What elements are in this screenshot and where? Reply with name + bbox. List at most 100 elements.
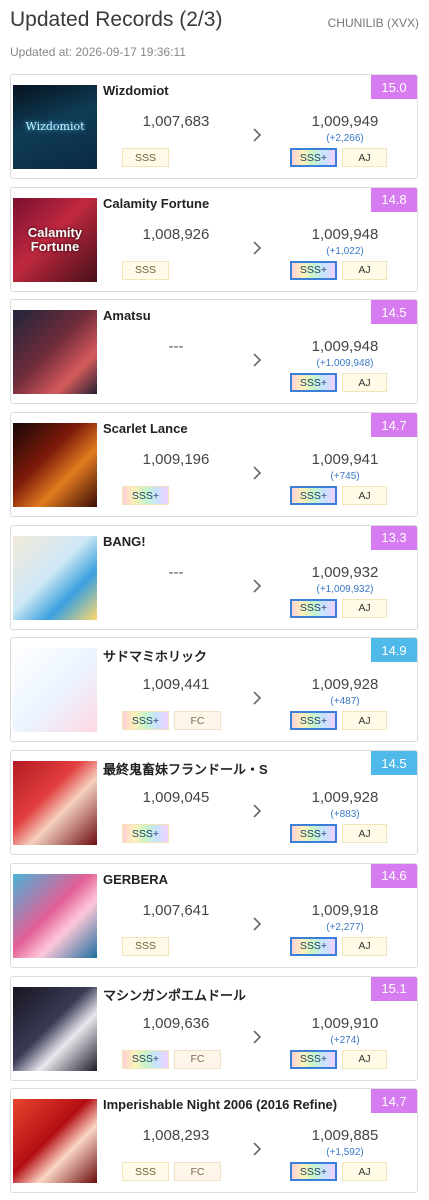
chevron-right-icon: [250, 128, 264, 142]
jacket-text: Calamity Fortune: [27, 225, 83, 254]
song-jacket-image: Wizdomiot: [13, 85, 97, 169]
record-card[interactable]: マシンガンポエムドール 15.1 1,009,636 1,009,910 (+274) S…: [10, 975, 418, 1081]
rank-sss-plus-badge: SSS+: [290, 1049, 337, 1069]
all-justice-badge: AJ: [342, 1049, 387, 1069]
score-diff: (+1,009,932): [316, 583, 374, 595]
level-badge: 15.0: [371, 75, 417, 99]
new-score: 1,009,941: [311, 451, 379, 469]
rank-sss-plus-badge: SSS+: [290, 936, 337, 956]
new-score: 1,009,928: [311, 676, 379, 694]
song-title: Wizdomiot: [103, 83, 169, 98]
jacket-text: Wizdomiot: [25, 120, 85, 134]
new-score: 1,009,910: [311, 1014, 379, 1032]
rank-sss-badge: SSS: [122, 260, 169, 280]
level-badge: 15.1: [371, 976, 417, 1001]
chevron-right-icon: [250, 804, 264, 818]
rank-sss-plus-badge: SSS+: [290, 486, 337, 506]
rank-sss-badge: SSS: [122, 936, 169, 956]
old-score: ---: [168, 563, 184, 581]
new-badges: SSS+ AJ: [290, 1049, 387, 1069]
new-badges: SSS+ AJ: [290, 373, 387, 393]
song-title: GERBERA: [103, 871, 169, 887]
source-label: CHUNILIB (XVX): [327, 16, 419, 30]
rank-sss-plus-badge: SSS+: [122, 711, 169, 731]
score-diff: (+1,009,948): [316, 358, 374, 370]
old-badges: SSS+ FC: [122, 1049, 221, 1069]
jacket-text: [53, 688, 57, 692]
score-diff: (+2,266): [326, 133, 364, 144]
song-jacket-image: [13, 648, 97, 733]
new-badges: SSS+ AJ: [290, 598, 387, 618]
score-diff: (+1,592): [326, 1147, 364, 1159]
chevron-right-icon: [250, 353, 264, 367]
old-score: 1,009,196: [142, 451, 210, 469]
all-justice-badge: AJ: [342, 148, 387, 167]
old-score: 1,009,441: [142, 676, 210, 694]
score-diff: (+274): [330, 1034, 360, 1046]
song-title: Scarlet Lance: [103, 421, 188, 437]
old-score: 1,009,636: [142, 1014, 210, 1032]
record-card[interactable]: Scarlet Lance 14.7 1,009,196 1,009,941 (+745…: [10, 412, 418, 518]
all-justice-badge: AJ: [342, 373, 387, 393]
old-badges: SSS: [122, 936, 169, 956]
song-jacket-image: [13, 873, 97, 958]
rank-sss-plus-badge: SSS+: [290, 598, 337, 618]
song-jacket-image: Calamity Fortune: [13, 197, 97, 282]
rank-sss-plus-badge: SSS+: [290, 824, 337, 844]
rank-sss-badge: SSS: [122, 148, 169, 167]
new-score: 1,009,949: [311, 113, 379, 130]
rank-sss-plus-badge: SSS+: [290, 373, 337, 393]
chevron-right-icon: [250, 1142, 264, 1156]
chevron-right-icon: [250, 579, 264, 593]
song-title: Imperishable Night 2006 (2016 Refine): [103, 1097, 338, 1113]
full-combo-badge: FC: [174, 1162, 221, 1182]
records-list: Wizdomiot Wizdomiot 15.0 1,007,683 1,009,949…: [10, 74, 418, 1200]
new-badges: SSS+ AJ: [290, 260, 387, 280]
all-justice-badge: AJ: [342, 711, 387, 731]
new-score: 1,009,918: [311, 901, 379, 919]
all-justice-badge: AJ: [342, 260, 387, 280]
chevron-right-icon: [250, 917, 264, 931]
score-diff: (+1,022): [326, 245, 364, 257]
new-score: 1,009,932: [311, 563, 379, 581]
old-badges: SSS FC: [122, 1162, 221, 1182]
record-card[interactable]: GERBERA 14.6 1,007,641 1,009,918 (+2,277) SSS…: [10, 862, 418, 968]
record-card[interactable]: Imperishable Night 2006 (2016 Refine) 14.…: [10, 1088, 418, 1194]
level-badge: 14.7: [371, 413, 417, 438]
record-card[interactable]: 最終鬼畜妹フランドール・S 14.5 1,009,045 1,009,928 (+883…: [10, 750, 418, 856]
level-badge: 14.7: [371, 1089, 417, 1114]
song-title: Calamity Fortune: [103, 195, 210, 211]
record-card[interactable]: Calamity Fortune Calamity Fortune 14.8 1,00…: [10, 186, 418, 292]
rank-sss-plus-badge: SSS+: [122, 486, 169, 506]
new-score: 1,009,885: [311, 1127, 379, 1145]
jacket-text: [53, 463, 57, 467]
record-card[interactable]: Wizdomiot Wizdomiot 15.0 1,007,683 1,009,949…: [10, 74, 418, 179]
new-score: 1,009,948: [311, 225, 379, 243]
song-title: 最終鬼畜妹フランドール・S: [103, 762, 268, 778]
new-score: 1,009,928: [311, 789, 379, 807]
rank-sss-badge: SSS: [122, 1162, 169, 1182]
song-jacket-image: [13, 423, 97, 508]
chevron-right-icon: [250, 691, 264, 706]
jacket-text: [53, 576, 57, 580]
chevron-right-icon: [250, 241, 264, 255]
old-score: ---: [168, 338, 184, 356]
old-score: 1,007,683: [142, 113, 210, 130]
rank-sss-plus-badge: SSS+: [290, 148, 337, 167]
score-diff: (+883): [330, 809, 360, 821]
record-card[interactable]: サドマミホリック 14.9 1,009,441 1,009,928 (+487) SSS+…: [10, 637, 418, 743]
rank-sss-plus-badge: SSS+: [122, 824, 169, 844]
old-badges: SSS+: [122, 824, 169, 844]
record-card[interactable]: BANG! 13.3 --- 1,009,932 (+1,009,932) SSS+ AJ: [10, 524, 418, 630]
old-badges: SSS+ FC: [122, 711, 221, 731]
song-title: BANG!: [103, 533, 146, 549]
all-justice-badge: AJ: [342, 936, 387, 956]
song-title: Amatsu: [103, 308, 151, 324]
song-jacket-image: [13, 986, 97, 1071]
record-card[interactable]: Amatsu 14.5 --- 1,009,948 (+1,009,948) SSS+ AJ: [10, 299, 418, 405]
chevron-right-icon: [250, 466, 264, 480]
jacket-text: [53, 1139, 57, 1143]
full-combo-badge: FC: [174, 711, 221, 731]
jacket-text: [53, 1027, 57, 1031]
rank-sss-plus-badge: SSS+: [290, 260, 337, 280]
